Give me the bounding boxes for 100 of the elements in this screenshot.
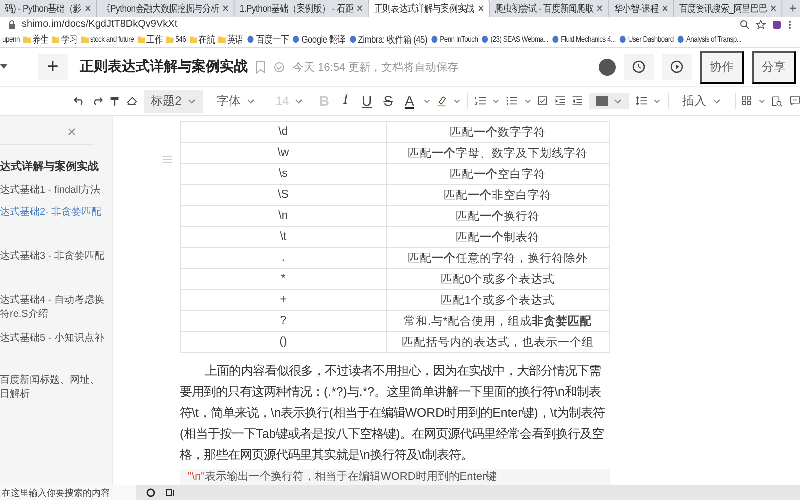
bookmark[interactable]: stock and future: [81, 35, 134, 44]
insert-dropdown[interactable]: 插入: [676, 90, 728, 112]
underline-button[interactable]: U: [360, 93, 374, 109]
outline-item[interactable]: 达式基础5 - 小知识点补: [0, 332, 108, 346]
bookmark[interactable]: Zimbra: 收件箱 (45): [349, 32, 428, 46]
outline-item[interactable]: 达式基础1 - findall方法: [0, 184, 108, 198]
caret-icon: [712, 98, 721, 104]
bullet-list-icon[interactable]: [506, 95, 518, 107]
close-icon[interactable]: [662, 5, 668, 12]
paint-roller-icon[interactable]: [110, 94, 120, 108]
description-cell: 匹配一个字母、数字及下划线字符: [386, 142, 610, 164]
new-document-button[interactable]: +: [38, 54, 68, 80]
description-cell: 匹配1个或多个表达式: [386, 290, 610, 310]
caret-icon[interactable]: [424, 98, 430, 104]
extension-icon[interactable]: [772, 20, 782, 30]
text-color-button[interactable]: A: [402, 93, 417, 109]
browser-tab[interactable]: 正则表达式详解与案例实战: [369, 0, 490, 17]
bookmark[interactable]: Google 翻译: [292, 32, 346, 46]
bookmark[interactable]: 学习: [52, 32, 78, 46]
eraser-icon[interactable]: [126, 95, 138, 107]
task-view-icon[interactable]: [166, 488, 176, 498]
outline-title[interactable]: 达式详解与案例实战: [0, 159, 99, 174]
line-height-icon[interactable]: [636, 95, 648, 107]
present-button[interactable]: [662, 54, 692, 80]
bookmark[interactable]: (23) SEAS Webma...: [482, 35, 548, 44]
bookmark[interactable]: 546: [166, 35, 186, 44]
redo-icon[interactable]: [92, 95, 104, 107]
outline-item[interactable]: 达式基础4 - 自动考虑换符re.S介绍: [0, 294, 108, 322]
bookmark[interactable]: 在航: [189, 32, 215, 46]
caret-icon[interactable]: [654, 98, 661, 104]
description-cell: 匹配一个非空白字符: [386, 184, 610, 206]
caret-icon[interactable]: [0, 64, 8, 70]
new-tab-button[interactable]: +: [782, 0, 800, 17]
close-icon[interactable]: [597, 5, 604, 12]
outdent-icon[interactable]: [572, 95, 582, 107]
folder-icon: [138, 35, 146, 44]
description-cell: 匹配一个制表符: [386, 226, 610, 248]
caret-icon: [188, 98, 196, 104]
outline-item[interactable]: 达式基础2- 非贪婪匹配: [0, 206, 108, 220]
check-circle-icon: [274, 62, 285, 72]
zoom-icon[interactable]: [740, 20, 750, 30]
pattern-cell: ?: [180, 310, 386, 332]
site-icon: [482, 35, 490, 44]
caret-icon: [614, 98, 622, 104]
avatar[interactable]: [599, 58, 616, 76]
undo-icon[interactable]: [74, 95, 86, 107]
bookmark[interactable]: Analysis of Transp...: [677, 35, 742, 44]
bookmark[interactable]: User Dashboard: [619, 35, 674, 44]
caret-icon: [246, 98, 255, 104]
collaborate-button[interactable]: 协作: [700, 50, 744, 84]
outline-item[interactable]: 达式基础3 - 非贪婪匹配: [0, 250, 108, 264]
history-button[interactable]: [624, 54, 654, 80]
menu-icon[interactable]: [788, 20, 792, 30]
close-icon[interactable]: [68, 128, 76, 136]
caret-icon[interactable]: [493, 98, 500, 104]
save-status: 今天 16:54 更新，文档将自动保存: [293, 60, 459, 74]
folder-icon: [166, 35, 174, 44]
checkbox-icon[interactable]: [538, 95, 548, 107]
alignment-dropdown[interactable]: [589, 93, 630, 109]
bookmark[interactable]: upenn: [2, 35, 20, 44]
site-icon: [619, 35, 627, 44]
bookmark[interactable]: 英语: [218, 32, 244, 46]
bookmark[interactable]: Penn InTouch: [430, 35, 478, 44]
outline-item[interactable]: 百度新闻标题、网址、日解析: [0, 374, 108, 402]
drag-handle-icon[interactable]: [163, 156, 172, 164]
close-icon[interactable]: [85, 5, 92, 12]
body-paragraph: 上面的内容看似很多，不过读者不用担心，因为在实战中，大部分情况下需要用到的只有这两种情况：(.*?)与.*?。这里简单讲解一下里面的换行符\n和制表符\t，简单来说，\n表示换行(相当于在编辑WORD时用到的Enter键)，\t为制表符(相当于按一下Tab键或者是按八下空格键)。在网页源代码里经常会看到换行及空格，那些在网页源代码里其实就是\n换行符及\t制表符。: [180, 363, 606, 464]
pattern-cell: *: [180, 268, 386, 290]
taskbar-search-field[interactable]: 在这里输入你要搜索的内容: [0, 485, 136, 500]
caret-icon[interactable]: [758, 98, 766, 104]
star-icon[interactable]: [756, 20, 766, 30]
bookmark[interactable]: Fluid Mechanics 4...: [552, 35, 616, 44]
bookmark[interactable]: 百度一下: [247, 32, 290, 46]
indent-icon[interactable]: [554, 95, 565, 107]
caret-icon[interactable]: [454, 98, 460, 104]
comment-icon[interactable]: [790, 95, 800, 107]
strikethrough-button[interactable]: S: [381, 93, 396, 109]
pattern-cell: +: [180, 290, 386, 310]
close-icon[interactable]: [770, 5, 777, 12]
site-icon: [247, 35, 255, 44]
heading-style-dropdown[interactable]: 标题2: [144, 90, 203, 112]
site-icon: [677, 35, 685, 44]
folder-icon: [52, 35, 60, 44]
font-dropdown[interactable]: 字体: [210, 90, 262, 112]
share-button[interactable]: 分享: [752, 50, 796, 84]
search-document-icon[interactable]: [772, 94, 783, 108]
close-icon[interactable]: [478, 5, 484, 12]
italic-button[interactable]: I: [338, 93, 353, 109]
bookmark[interactable]: 养生: [23, 32, 49, 46]
grid-icon[interactable]: [742, 95, 752, 107]
caret-icon[interactable]: [524, 98, 531, 104]
pattern-cell: \n: [180, 206, 386, 226]
close-icon[interactable]: [357, 5, 364, 12]
highlighter-icon[interactable]: [437, 94, 447, 108]
numbered-list-icon[interactable]: [474, 95, 486, 107]
close-icon[interactable]: [222, 5, 229, 12]
bookmark[interactable]: 工作: [138, 32, 164, 46]
circle-icon[interactable]: [146, 488, 156, 498]
site-icon: [430, 35, 438, 44]
pattern-cell: \s: [180, 164, 386, 184]
